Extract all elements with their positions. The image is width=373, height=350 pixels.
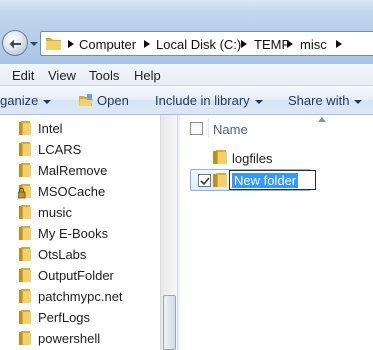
breadcrumb-separator-icon[interactable]	[336, 40, 342, 48]
nav-scrollbar[interactable]	[160, 115, 177, 350]
folder-icon	[19, 163, 31, 177]
dropdown-caret-icon	[354, 99, 363, 104]
nav-item-label: music	[38, 205, 72, 220]
include-in-library-button[interactable]: Include in library	[155, 93, 263, 108]
nav-item-label: MSOCache	[38, 184, 106, 199]
folder-icon	[19, 226, 31, 240]
organize-button[interactable]: ganize	[0, 93, 52, 108]
dropdown-caret-icon	[43, 99, 52, 104]
breadcrumb-separator-icon[interactable]	[68, 40, 74, 48]
select-all-checkbox[interactable]	[190, 122, 203, 135]
sort-ascending-icon	[318, 117, 326, 122]
nav-item-label: LCARS	[38, 142, 82, 157]
folder-icon	[19, 205, 31, 219]
folder-icon	[19, 142, 31, 156]
menu-view[interactable]: View	[48, 68, 76, 83]
breadcrumb-separator-icon[interactable]	[241, 40, 247, 48]
item-checkbox[interactable]	[198, 174, 211, 187]
breadcrumb-local-disk[interactable]: Local Disk (C:)	[156, 37, 241, 52]
scrollbar-thumb[interactable]	[163, 295, 176, 350]
nav-item-perflogs[interactable]: PerfLogs	[0, 307, 162, 327]
menu-help[interactable]: Help	[134, 68, 161, 83]
folder-icon	[213, 173, 227, 187]
rename-selected-text: New folder	[232, 173, 299, 188]
nav-item-label: My E-Books	[38, 226, 109, 241]
menu-edit[interactable]: Edit	[12, 68, 34, 83]
menu-tools[interactable]: Tools	[89, 68, 119, 83]
folder-icon	[19, 268, 31, 282]
nav-item-intel[interactable]: Intel	[0, 118, 162, 138]
back-button[interactable]	[2, 30, 28, 56]
folder-icon	[19, 289, 31, 303]
open-button[interactable]: Open	[97, 93, 129, 108]
nav-item-malremove[interactable]: MalRemove	[0, 160, 162, 180]
nav-item-powershell[interactable]: powershell	[0, 328, 162, 348]
nav-item-msocache[interactable]: MSOCache	[0, 181, 162, 201]
command-bar: ganize Open Include in library Share wit…	[0, 86, 373, 115]
nav-item-label: Intel	[38, 121, 63, 136]
nav-item-my-e-books[interactable]: My E-Books	[0, 223, 162, 243]
checkmark-icon	[200, 177, 210, 186]
nav-item-label: MalRemove	[38, 163, 108, 178]
locked-folder-icon	[18, 184, 31, 199]
folder-icon	[19, 331, 31, 345]
nav-item-label: OtsLabs	[38, 247, 87, 262]
nav-item-label: patchmypc.net	[38, 289, 123, 304]
share-with-label: Share with	[288, 93, 350, 108]
rename-input[interactable]: New folder	[229, 170, 316, 190]
folder-icon	[19, 247, 31, 261]
breadcrumb-separator-icon[interactable]	[287, 40, 293, 48]
file-item-logfiles[interactable]: logfiles	[208, 148, 308, 168]
nav-item-patchmypc-net[interactable]: patchmypc.net	[0, 286, 162, 306]
navigation-pane: Intel LCARS MalRemove MSOCache music My …	[0, 115, 178, 350]
share-with-button[interactable]: Share with	[288, 93, 363, 108]
folder-icon	[19, 310, 31, 324]
organize-label: ganize	[0, 93, 39, 108]
file-item-label: logfiles	[232, 151, 273, 166]
back-arrow-icon	[9, 39, 21, 49]
nav-item-label: powershell	[38, 331, 101, 346]
address-bar[interactable]: Computer Local Disk (C:) TEMP misc	[40, 31, 373, 56]
nav-item-music[interactable]: music	[0, 202, 162, 222]
breadcrumb-temp[interactable]: TEMP	[254, 37, 290, 52]
breadcrumb-computer[interactable]: Computer	[79, 37, 136, 52]
breadcrumb-misc[interactable]: misc	[300, 37, 327, 52]
nav-item-label: PerfLogs	[38, 310, 91, 325]
nav-item-otslabs[interactable]: OtsLabs	[0, 244, 162, 264]
column-header-name[interactable]: Name	[213, 122, 248, 137]
dropdown-caret-icon	[254, 99, 263, 104]
nav-item-label: OutputFolder	[38, 268, 114, 283]
include-in-library-label: Include in library	[155, 93, 250, 108]
folder-icon	[46, 38, 61, 50]
folder-icon	[213, 150, 227, 164]
folder-icon	[19, 121, 31, 135]
column-divider	[208, 118, 209, 138]
open-icon	[79, 94, 93, 106]
menu-bar: Edit View Tools Help	[0, 64, 373, 86]
recent-pages-chevron-icon[interactable]	[29, 39, 39, 49]
nav-item-outputfolder[interactable]: OutputFolder	[0, 265, 162, 285]
breadcrumb-separator-icon[interactable]	[144, 40, 150, 48]
nav-item-lcars[interactable]: LCARS	[0, 139, 162, 159]
